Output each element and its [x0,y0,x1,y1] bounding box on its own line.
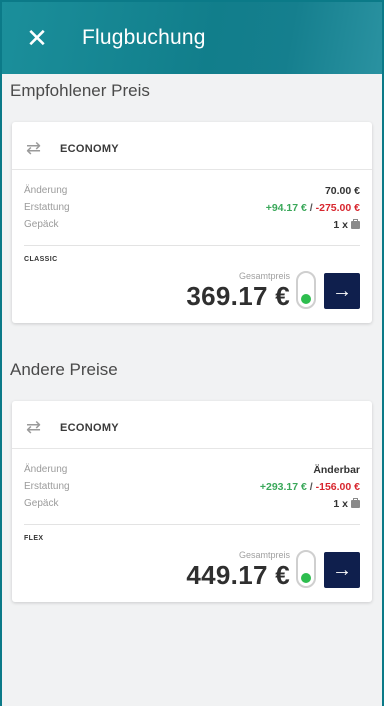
fare-conditions: Änderung Änderbar Erstattung +293.17 € /… [24,449,360,512]
baggage-row: Gepäck 1 x [24,216,360,233]
refund-negative: -275.00 € [315,201,360,214]
refund-positive: +94.17 € [265,201,307,214]
indicator-dot-off [301,276,311,286]
other-prices-section-title: Andere Preise [10,360,118,379]
change-value: 70.00 € [324,184,360,197]
baggage-row: Gepäck 1 x [24,495,360,512]
divider [24,524,360,525]
total-price-label: Gesamtpreis [238,550,290,560]
app-bar: ✕ Flugbuchung [2,2,382,74]
change-label: Änderung [24,185,68,196]
baggage-label: Gepäck [24,219,59,230]
indicator-dot-on [301,294,311,304]
total-price: 449.17 € [186,560,290,590]
recommended-fare-card[interactable]: ⇄ ECONOMY Änderung 70.00 € Erstattung +9… [12,122,372,323]
refund-value: +293.17 € / -156.00 € [260,481,360,493]
refund-positive: +293.17 € [259,480,307,493]
change-label: Änderung [24,464,68,475]
baggage-count: 1 x [333,497,348,510]
baggage-label: Gepäck [24,498,59,509]
swap-arrows-icon: ⇄ [26,417,42,437]
select-fare-button[interactable]: → [324,552,360,588]
baggage-value: 1 x [333,218,360,231]
app-frame: ✕ Flugbuchung Empfohlener Preis ⇄ ECONOM… [0,0,384,706]
refund-value: +94.17 € / -275.00 € [266,202,360,214]
refund-row: Erstattung +94.17 € / -275.00 € [24,199,360,216]
total-price-label: Gesamtpreis [238,271,290,281]
fare-conditions: Änderung 70.00 € Erstattung +94.17 € / -… [24,170,360,233]
close-icon[interactable]: ✕ [26,25,48,51]
indicator-dot-off [301,555,311,565]
app-title: Flugbuchung [82,26,206,49]
card-header: ⇄ ECONOMY [12,136,372,170]
fare-name: CLASSIC [24,256,58,263]
refund-label: Erstattung [24,481,70,492]
total-price: 369.17 € [186,281,290,311]
change-row: Änderung Änderbar [24,461,360,478]
baggage-value: 1 x [333,497,360,510]
price-block: Gesamtpreis 369.17 € [186,271,290,311]
divider [24,245,360,246]
card-header: ⇄ ECONOMY [12,415,372,449]
fare-name: FLEX [24,535,44,542]
select-fare-button[interactable]: → [324,273,360,309]
refund-row: Erstattung +293.17 € / -156.00 € [24,478,360,495]
availability-indicator [296,550,316,588]
refund-label: Erstattung [24,202,70,213]
change-row: Änderung 70.00 € [24,182,360,199]
other-fare-card[interactable]: ⇄ ECONOMY Änderung Änderbar Erstattung +… [12,401,372,602]
refund-negative: -156.00 € [315,480,360,493]
recommended-section-title: Empfohlener Preis [10,81,150,100]
cabin-class: ECONOMY [60,142,119,155]
swap-arrows-icon: ⇄ [26,138,42,158]
price-block: Gesamtpreis 449.17 € [186,550,290,590]
refund-separator: / [309,201,313,214]
baggage-count: 1 x [333,218,348,231]
indicator-dot-on [301,573,311,583]
price-area: Gesamtpreis 369.17 € → [24,271,360,311]
availability-indicator [296,271,316,309]
suitcase-icon [351,218,360,229]
price-area: Gesamtpreis 449.17 € → [24,550,360,590]
arrow-right-icon: → [332,279,352,302]
refund-separator: / [309,480,313,493]
cabin-class: ECONOMY [60,421,119,434]
suitcase-icon [351,497,360,508]
change-value: Änderbar [313,463,360,476]
arrow-right-icon: → [332,558,352,581]
